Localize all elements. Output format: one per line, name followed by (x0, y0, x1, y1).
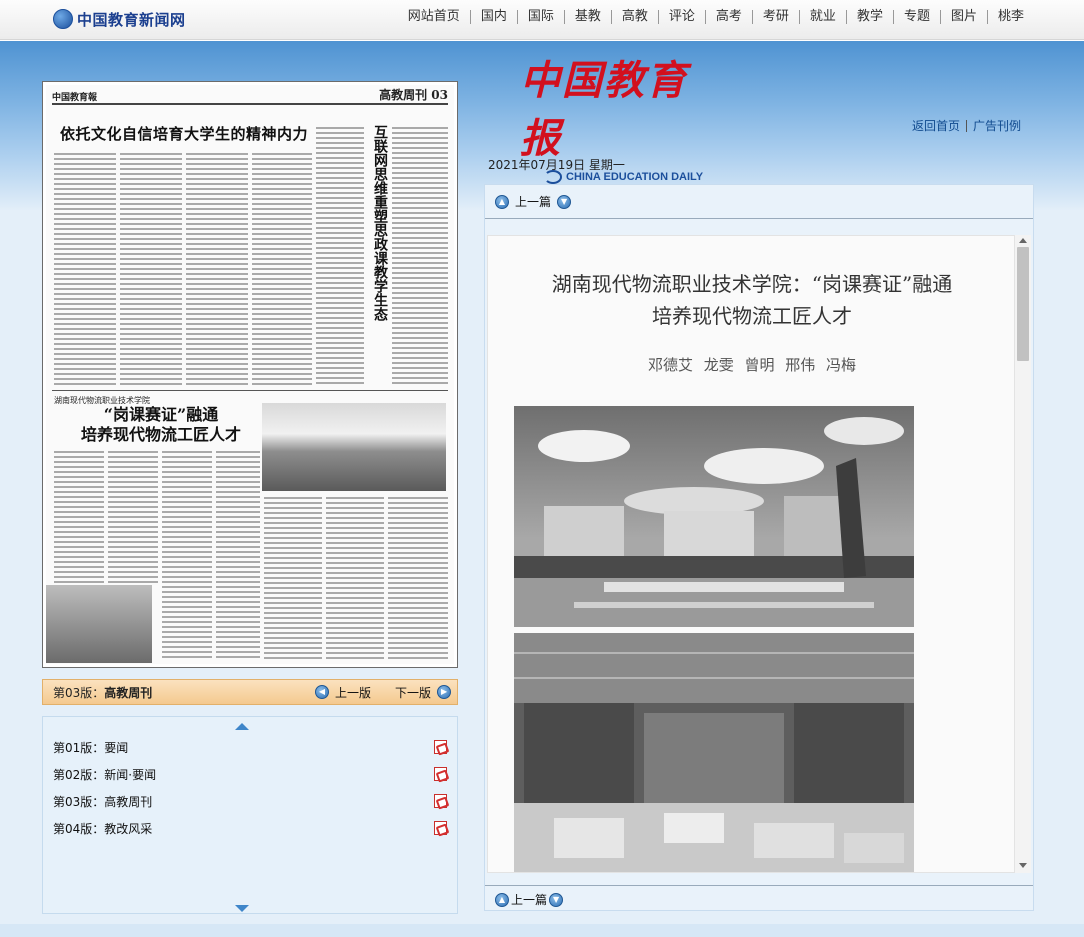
np-sub-headline-1: “岗课赛证”融通 (103, 405, 219, 424)
next-circle-icon: ▶ (437, 685, 452, 699)
next-page-button[interactable]: 下一版 ▶ (395, 684, 452, 701)
editions-list: 第01版：要闻 第02版：新闻·要闻 第03版：高教周刊 第04版：教改风采 (42, 716, 458, 914)
pdf-icon[interactable] (434, 767, 447, 781)
current-page-label: 第03版：高教周刊 ◀ 上一版 下一版 ▶ (42, 679, 458, 705)
paper-title: 中国教育报 (520, 57, 688, 162)
np-masthead-left: 中国教育報 (52, 93, 98, 103)
edition-link-01[interactable]: 第01版：要闻 (53, 739, 128, 756)
np-photo-campus (262, 403, 446, 491)
list-item: 第04版：教改风采 (53, 818, 447, 838)
prev-article-label: 上一篇 (511, 893, 548, 907)
list-item: 第03版：高教周刊 (53, 791, 447, 811)
edition-link-04[interactable]: 第04版：教改风采 (53, 820, 152, 837)
newspaper-page-thumbnail[interactable]: 中国教育報 高教周刊 03 依托文化自信培育大学生的精神内力 互联网思维重塑思政… (42, 81, 458, 668)
article-title-line1: 湖南现代物流职业技术学院：“岗课赛证”融通 (551, 272, 953, 296)
page-label-prefix: 第03版： (53, 685, 105, 700)
site-logo[interactable]: 中国教育新闻网 (53, 8, 186, 30)
nav-teaching[interactable]: 教学 (845, 10, 893, 24)
pdf-icon[interactable] (434, 794, 447, 808)
prev-article-icon: ▲ (495, 892, 509, 907)
footer-strip (0, 924, 1084, 937)
np-text-column (264, 495, 322, 659)
paper-masthead: 中国教育报 CHINA EDUCATION DAILY (520, 52, 720, 184)
pdf-icon[interactable] (434, 740, 447, 754)
np-sub-headline: “岗课赛证”融通 培养现代物流工匠人才 (66, 405, 256, 445)
np-vertical-headline: 互联网思维重塑思政课教学生态 (372, 125, 388, 321)
prev-article-icon: ▲ (495, 194, 509, 209)
article-scrollbar[interactable] (1015, 235, 1031, 873)
nav-special[interactable]: 专题 (892, 10, 940, 24)
np-masthead-right: 高教周刊 03 (379, 88, 448, 102)
divider (485, 885, 1033, 886)
main-nav: 网站首页 国内 国际 基教 高教 评论 高考 考研 就业 教学 专题 图片 桃李 (398, 10, 1034, 24)
article-photo-warehouse (514, 633, 914, 872)
np-text-column (108, 449, 158, 583)
prev-circle-icon: ◀ (315, 685, 329, 699)
next-article-icon: ▼ (549, 892, 564, 907)
scrollbar-thumb[interactable] (1017, 247, 1029, 361)
site-logo-text: 中国教育新闻网 (77, 10, 186, 29)
nav-taoli[interactable]: 桃李 (986, 10, 1034, 24)
globe-logo-icon (53, 9, 73, 29)
article-title: 湖南现代物流职业技术学院：“岗课赛证”融通 培养现代物流工匠人才 (492, 268, 1012, 332)
prev-article-label: 上一篇 (515, 195, 552, 209)
np-masthead: 中国教育報 高教周刊 03 (52, 88, 448, 105)
warehouse-photo-graphic (514, 633, 914, 872)
np-text-column (216, 449, 260, 659)
issue-date: 2021年07月19日 星期一 (488, 158, 625, 172)
list-item: 第01版：要闻 (53, 737, 447, 757)
nav-home[interactable]: 网站首页 (398, 10, 470, 24)
nav-gaokao[interactable]: 高考 (704, 10, 752, 24)
nav-employment[interactable]: 就业 (798, 10, 846, 24)
scroll-up-icon[interactable] (1019, 238, 1027, 243)
page-label-name: 高教周刊 (104, 685, 153, 700)
np-text-column (186, 151, 248, 385)
np-sub-headline-2: 培养现代物流工匠人才 (80, 425, 241, 444)
article-content: 湖南现代物流职业技术学院：“岗课赛证”融通 培养现代物流工匠人才 邓德艾 龙雯 … (487, 235, 1015, 873)
np-text-column (316, 125, 364, 385)
nav-commentary[interactable]: 评论 (657, 10, 705, 24)
article-title-line2: 培养现代物流工匠人才 (652, 304, 852, 328)
edition-link-03[interactable]: 第03版：高教周刊 (53, 793, 152, 810)
prev-article-button-top[interactable]: ▲ 上一篇 ▼ (495, 193, 572, 210)
np-text-column (388, 495, 448, 659)
scroll-down-icon[interactable] (235, 905, 249, 912)
scroll-down-icon[interactable] (1019, 863, 1027, 868)
ad-rates-link[interactable]: 广告刊例 (966, 120, 1027, 132)
next-article-icon: ▼ (557, 194, 572, 209)
scroll-up-icon[interactable] (235, 723, 249, 730)
np-divider (52, 390, 448, 391)
back-home-link[interactable]: 返回首页 (912, 120, 966, 132)
prev-page-button[interactable]: ◀ 上一版 (315, 684, 371, 701)
np-photo-warehouse (46, 585, 152, 663)
nav-kaoyan[interactable]: 考研 (751, 10, 799, 24)
edition-link-02[interactable]: 第02版：新闻·要闻 (53, 766, 156, 783)
np-text-column (162, 449, 212, 659)
next-page-label: 下一版 (395, 685, 432, 700)
nav-pictures[interactable]: 图片 (939, 10, 987, 24)
np-text-column (54, 151, 116, 385)
nav-domestic[interactable]: 国内 (469, 10, 517, 24)
np-text-column (252, 151, 312, 385)
list-item: 第02版：新闻·要闻 (53, 764, 447, 784)
prev-page-label: 上一版 (335, 685, 372, 700)
nav-basic-education[interactable]: 基教 (563, 10, 611, 24)
top-bar: 中国教育新闻网 网站首页 国内 国际 基教 高教 评论 高考 考研 就业 教学 … (0, 0, 1084, 40)
np-text-column (326, 495, 384, 659)
nav-higher-education[interactable]: 高教 (610, 10, 658, 24)
divider (485, 218, 1033, 219)
np-text-column (54, 449, 104, 583)
np-headline: 依托文化自信培育大学生的精神内力 (60, 125, 309, 143)
article-photo-campus (514, 406, 914, 627)
article-authors: 邓德艾 龙雯 曾明 邢伟 冯梅 (647, 356, 857, 374)
newspaper-page-image: 中国教育報 高教周刊 03 依托文化自信培育大学生的精神内力 互联网思维重塑思政… (46, 85, 454, 664)
pdf-icon[interactable] (434, 821, 447, 835)
nav-international[interactable]: 国际 (516, 10, 564, 24)
np-text-column (120, 151, 182, 385)
article-panel: ▲ 上一篇 ▼ 湖南现代物流职业技术学院：“岗课赛证”融通 培养现代物流工匠人才… (484, 184, 1034, 911)
np-text-column (392, 125, 448, 385)
campus-photo-graphic (514, 406, 914, 627)
header-links: 返回首页 广告刊例 (912, 120, 1027, 132)
prev-article-button-bottom[interactable]: ▲ 上一篇 ▼ (495, 891, 564, 908)
